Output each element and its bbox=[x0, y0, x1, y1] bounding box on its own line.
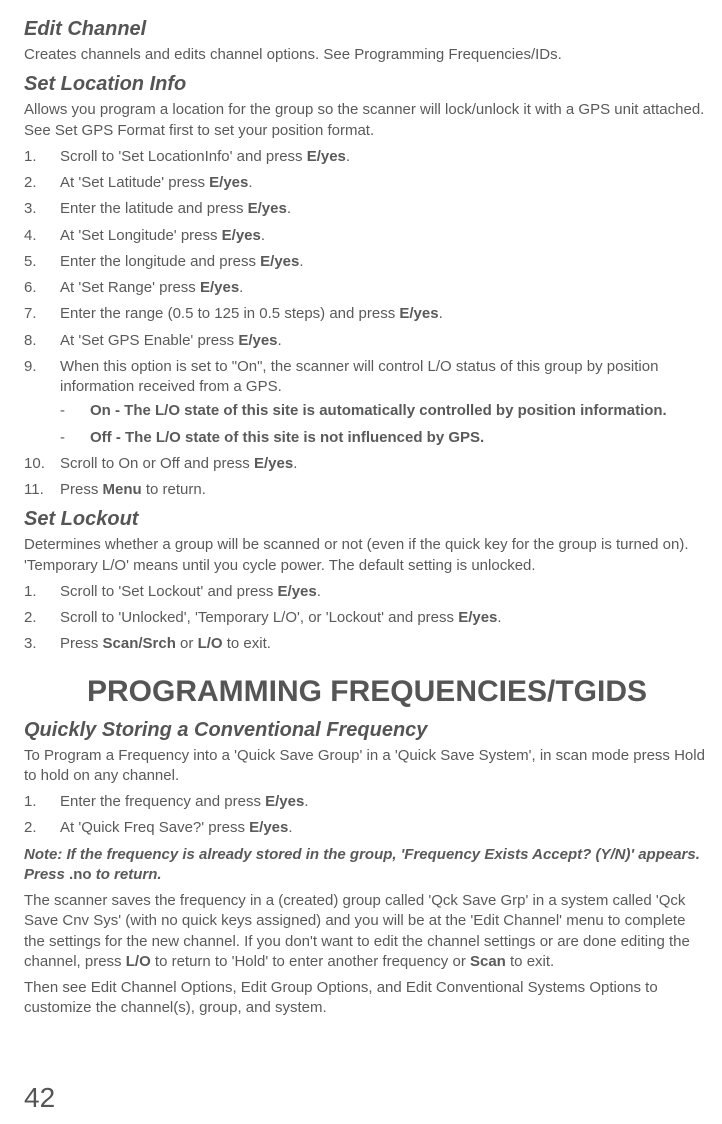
list-item: At 'Set Longitude' press E/yes. bbox=[24, 226, 710, 246]
list-item: On - The L/O state of this site is autom… bbox=[60, 401, 710, 421]
list-item: Press Scan/Srch or L/O to exit. bbox=[24, 634, 710, 654]
list-item: When this option is set to "On", the sca… bbox=[24, 357, 710, 448]
page-number: 42 bbox=[24, 1082, 55, 1114]
quick-store-para2: Then see Edit Channel Options, Edit Grou… bbox=[24, 978, 710, 1019]
list-item: Enter the latitude and press E/yes. bbox=[24, 199, 710, 219]
edit-channel-heading: Edit Channel bbox=[24, 18, 710, 41]
quick-store-para1: The scanner saves the frequency in a (cr… bbox=[24, 891, 710, 972]
set-location-info-heading: Set Location Info bbox=[24, 73, 710, 96]
list-item: Scroll to 'Set LocationInfo' and press E… bbox=[24, 147, 710, 167]
list-item: Press Menu to return. bbox=[24, 480, 710, 500]
list-item: Enter the longitude and press E/yes. bbox=[24, 252, 710, 272]
list-item: At 'Set Latitude' press E/yes. bbox=[24, 173, 710, 193]
list-item: At 'Set Range' press E/yes. bbox=[24, 278, 710, 298]
set-lockout-heading: Set Lockout bbox=[24, 508, 710, 531]
quick-store-note: Note: If the frequency is already stored… bbox=[24, 845, 710, 886]
list-item: Scroll to On or Off and press E/yes. bbox=[24, 454, 710, 474]
main-heading: PROGRAMMING FREQUENCIES/TGIDS bbox=[24, 675, 710, 709]
list-item: Off - The L/O state of this site is not … bbox=[60, 428, 710, 448]
quick-store-desc: To Program a Frequency into a 'Quick Sav… bbox=[24, 746, 710, 787]
list-item: At 'Quick Freq Save?' press E/yes. bbox=[24, 818, 710, 838]
sub-bullets: On - The L/O state of this site is autom… bbox=[60, 401, 710, 448]
set-location-info-steps: Scroll to 'Set LocationInfo' and press E… bbox=[24, 147, 710, 501]
list-item: Enter the frequency and press E/yes. bbox=[24, 792, 710, 812]
quick-store-heading: Quickly Storing a Conventional Frequency bbox=[24, 719, 710, 742]
quick-store-steps: Enter the frequency and press E/yes. At … bbox=[24, 792, 710, 839]
list-item: Enter the range (0.5 to 125 in 0.5 steps… bbox=[24, 304, 710, 324]
list-item: Scroll to 'Unlocked', 'Temporary L/O', o… bbox=[24, 608, 710, 628]
list-item: At 'Set GPS Enable' press E/yes. bbox=[24, 331, 710, 351]
edit-channel-desc: Creates channels and edits channel optio… bbox=[24, 45, 710, 65]
list-item: Scroll to 'Set Lockout' and press E/yes. bbox=[24, 582, 710, 602]
set-lockout-desc: Determines whether a group will be scann… bbox=[24, 535, 710, 576]
set-lockout-steps: Scroll to 'Set Lockout' and press E/yes.… bbox=[24, 582, 710, 655]
set-location-info-desc: Allows you program a location for the gr… bbox=[24, 100, 710, 141]
